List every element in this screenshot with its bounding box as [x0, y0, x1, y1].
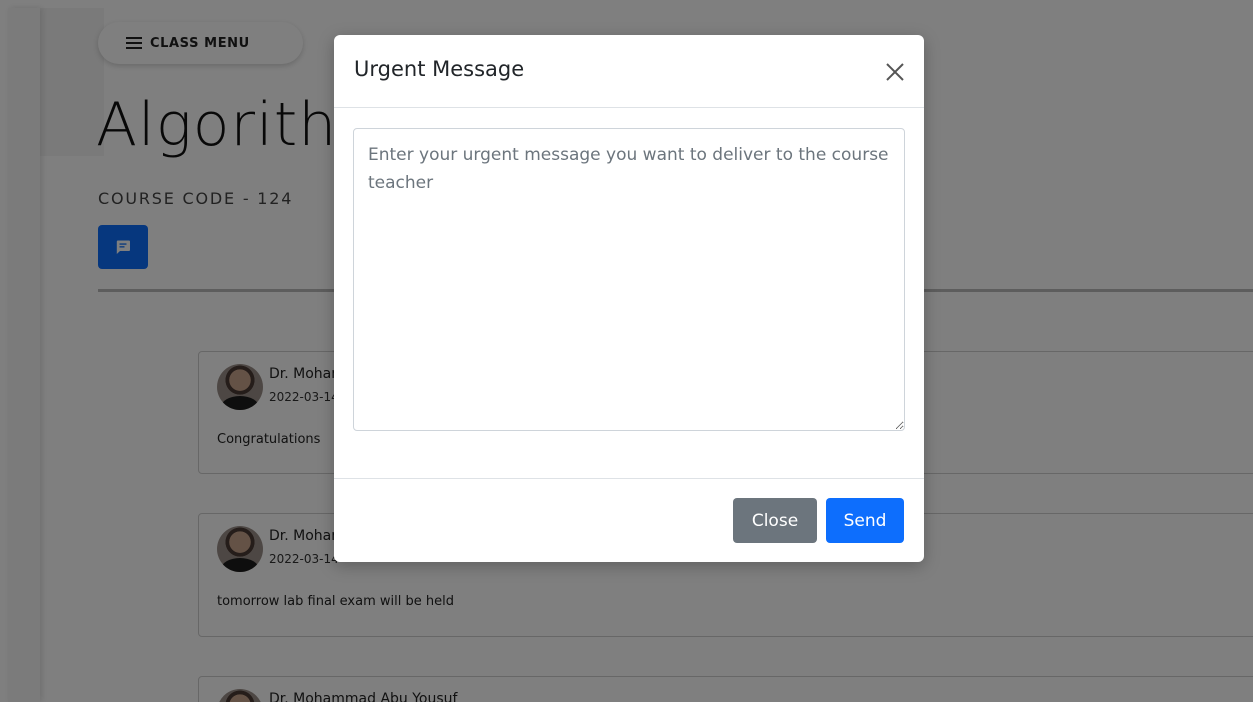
modal-title: Urgent Message — [354, 57, 525, 81]
send-button[interactable]: Send — [826, 498, 904, 543]
urgent-message-textarea[interactable] — [353, 128, 905, 431]
close-button[interactable]: Close — [733, 498, 817, 543]
classroom-page: CLASS MENU Algorithm Design COURSE CODE … — [0, 0, 1253, 702]
modal-footer: Close Send — [334, 478, 924, 562]
close-icon — [886, 63, 904, 81]
modal-header: Urgent Message — [334, 35, 924, 108]
urgent-message-modal: Urgent Message Close Send — [334, 35, 924, 562]
modal-close-icon-button[interactable] — [884, 61, 906, 83]
